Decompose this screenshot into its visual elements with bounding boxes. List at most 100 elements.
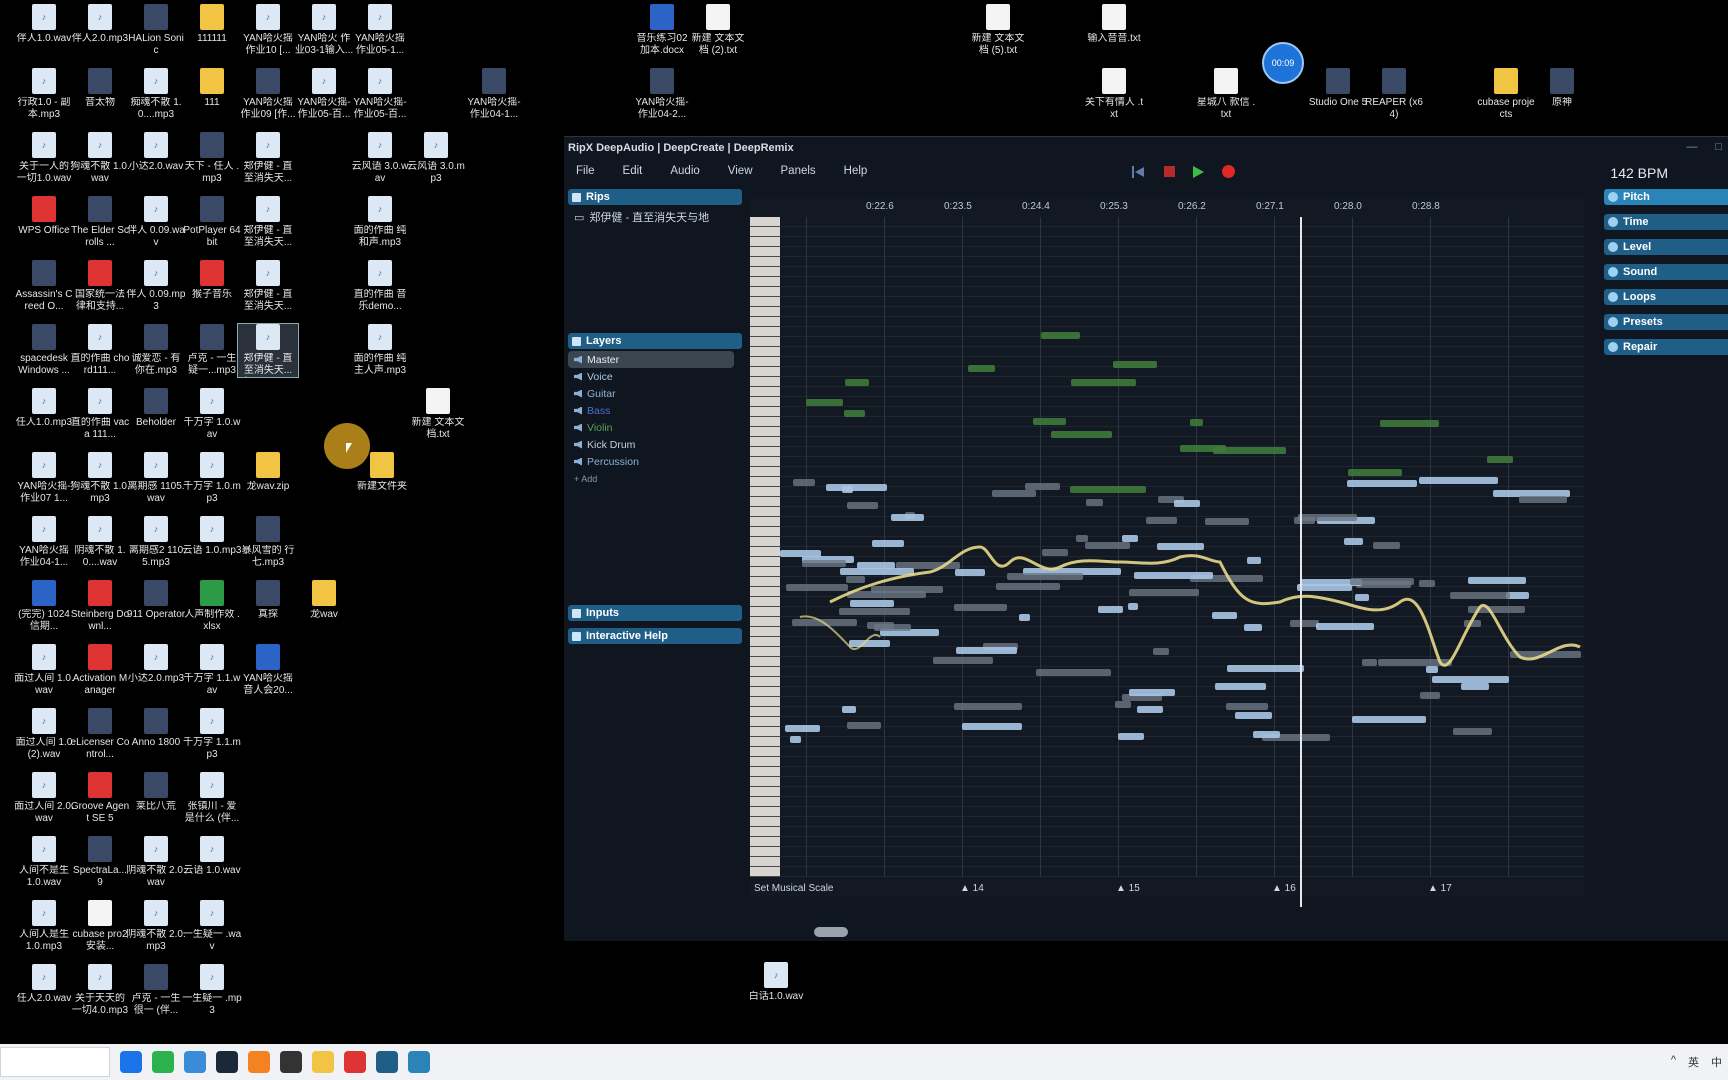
desktop-icon[interactable]: ♪ 伴人 0.09.wav xyxy=(126,196,186,249)
desktop-icon[interactable]: ♪ 任人2.0.wav xyxy=(14,964,74,1005)
desktop-icon[interactable]: ♪ 面过人间 1.0(2).wav xyxy=(14,708,74,761)
layer-bass[interactable]: Bass xyxy=(568,402,742,419)
inputs-header[interactable]: Inputs xyxy=(568,605,742,621)
desktop-icon[interactable]: (完完) 1024信期... xyxy=(14,580,74,633)
minimize-icon[interactable]: — xyxy=(1686,141,1697,153)
interactive-help-header[interactable]: Interactive Help xyxy=(568,628,742,644)
desktop-icon[interactable]: YAN哈火摇 音人会20... xyxy=(238,644,298,697)
desktop-icon[interactable]: ♪ 千万字 1.1.mp3 xyxy=(182,708,242,761)
wps-icon[interactable] xyxy=(344,1051,366,1073)
desktop-icon[interactable]: Activation Manager xyxy=(70,644,130,697)
maximize-icon[interactable]: □ xyxy=(1715,141,1722,153)
menu-panels[interactable]: Panels xyxy=(781,165,816,177)
ime-indicator[interactable]: 英 xyxy=(1688,1054,1699,1070)
edge-icon[interactable] xyxy=(120,1051,142,1073)
layer-master[interactable]: Master xyxy=(568,351,734,368)
desktop-icon[interactable]: YAN哈火摇- 作业04-1... xyxy=(464,68,524,121)
desktop-icon[interactable]: ♪ 伴人 0.09.mp3 xyxy=(126,260,186,313)
tray-expand-icon[interactable]: ^ xyxy=(1671,1054,1676,1070)
desktop-icon[interactable]: ♪ YAN哈火摇 作业04-1... xyxy=(14,516,74,569)
desktop-icon[interactable]: ♪ 白话1.0.wav xyxy=(746,962,806,1003)
panel-loops-button[interactable]: Loops xyxy=(1604,289,1728,305)
desktop-icon[interactable]: ♪ 离期感2 1105.mp3 xyxy=(126,516,186,569)
desktop-icon[interactable]: ♪ 千万字 1.0.mp3 xyxy=(182,452,242,505)
desktop-icon[interactable]: ♪ 直的作曲 音 乐demo... xyxy=(350,260,410,313)
play-icon[interactable] xyxy=(1193,165,1204,178)
speaker-icon[interactable] xyxy=(574,372,582,381)
taskbar-search[interactable] xyxy=(0,1047,110,1077)
desktop-icon[interactable]: ♪ 千万字 1.1.wav xyxy=(182,644,242,697)
bar-ruler[interactable]: Set Musical Scale ▲ 14 ▲ 15 ▲ 16 ▲ 17 xyxy=(750,877,1584,897)
wechat-icon[interactable] xyxy=(152,1051,174,1073)
terminal-icon[interactable] xyxy=(280,1051,302,1073)
speaker-icon[interactable] xyxy=(574,389,582,398)
desktop-icon[interactable]: ♪ 郑伊健 - 直 至消失天... 与 5.0 .wav xyxy=(237,323,299,378)
language-indicator[interactable]: 中 xyxy=(1711,1054,1722,1070)
playhead[interactable] xyxy=(1300,217,1302,907)
menu-edit[interactable]: Edit xyxy=(623,165,643,177)
desktop-icon[interactable]: 星城八 款信 .txt xyxy=(1196,68,1256,121)
desktop-icon[interactable]: ♪ 一生疑一 .mp3 xyxy=(182,964,242,1017)
steam-icon[interactable] xyxy=(216,1051,238,1073)
desktop-icon[interactable]: 真探 xyxy=(238,580,298,621)
desktop-icon[interactable]: ♪ 阴魂不散 1.0....wav xyxy=(70,516,130,569)
layers-icon[interactable] xyxy=(574,355,582,364)
desktop-icon[interactable]: 音太物 xyxy=(70,68,130,109)
desktop-icon[interactable]: ♪ 云语 1.0.wav xyxy=(182,836,242,877)
desktop-icon[interactable]: ♪ 小达2.0.mp3 xyxy=(126,644,186,685)
desktop-icon[interactable]: YAN哈火摇- 作业04-2... xyxy=(632,68,692,121)
desktop-icon[interactable]: 人声制作效 .xlsx xyxy=(182,580,242,633)
panel-repair-button[interactable]: Repair xyxy=(1604,339,1728,355)
desktop-icon[interactable]: ♪ 狗魂不散 1.0.wav xyxy=(70,132,130,185)
desktop-icon[interactable]: PotPlayer 64 bit xyxy=(182,196,242,249)
desktop-icon[interactable]: ♪ 人间不是生 1.0.wav xyxy=(14,836,74,889)
desktop-icon[interactable]: ♪ 伴人1.0.wav xyxy=(14,4,74,45)
desktop-icon[interactable]: ♪ 行政1.0 - 副 本.mp3 xyxy=(14,68,74,121)
desktop-icon[interactable]: ♪ 离期感 1105.wav xyxy=(126,452,186,505)
desktop-icon[interactable]: Beholder xyxy=(126,388,186,429)
desktop-icon[interactable]: 卢克 - 一生 很一 (伴... xyxy=(126,964,186,1017)
desktop-icon[interactable]: 新建 文本文 档 (5).txt xyxy=(968,4,1028,57)
desktop-icon[interactable]: 诚爱恋 - 有 你在.mp3 xyxy=(126,324,186,377)
desktop-icon[interactable]: ♪ 直的作曲 vaca 111... xyxy=(70,388,130,441)
desktop-icon[interactable]: ♪ 狗魂不散 1.0.mp3 xyxy=(70,452,130,505)
tempo-display[interactable]: 142 BPM xyxy=(1610,165,1668,181)
desktop-icon[interactable]: ♪ 一生疑一 .wav xyxy=(182,900,242,953)
panel-time-button[interactable]: Time xyxy=(1604,214,1728,230)
desktop-icon[interactable]: ♪ YAN哈火摇- 作业05-百... xyxy=(294,68,354,121)
rips-header[interactable]: Rips xyxy=(568,189,742,205)
desktop-icon[interactable]: WPS Office xyxy=(14,196,74,237)
desktop-icon[interactable]: 911 Operator xyxy=(126,580,186,621)
note-editor[interactable]: 0:22.6 0:23.5 0:24.4 0:25.3 0:26.2 0:27.1 0:28… xyxy=(750,197,1584,907)
desktop-icon[interactable]: ♪ 面的作曲 纯 和声.mp3 xyxy=(350,196,410,249)
desktop-icon[interactable]: ♪ YAN哈火摇- 作业07 1... xyxy=(14,452,74,505)
desktop-icon[interactable]: ♪ 郑伊健 - 直 至消失天... xyxy=(238,196,298,249)
set-scale-button[interactable]: Set Musical Scale xyxy=(754,883,833,894)
desktop-icon[interactable]: 111111 xyxy=(182,4,242,45)
desktop-icon[interactable]: 111 xyxy=(182,68,242,109)
desktop-icon[interactable]: 猴子音乐 xyxy=(182,260,242,301)
panel-presets-button[interactable]: Presets xyxy=(1604,314,1728,330)
layer-kick-drum[interactable]: Kick Drum xyxy=(568,436,742,453)
desktop-icon[interactable]: ♪ 面过人间 1.0.wav xyxy=(14,644,74,697)
time-ruler[interactable]: 0:22.6 0:23.5 0:24.4 0:25.3 0:26.2 0:27.1 0:28… xyxy=(750,197,1584,217)
desktop-icon[interactable]: 关下有情人 .txt xyxy=(1084,68,1144,121)
desktop-icon[interactable]: ♪ 任人1.0.mp3 xyxy=(14,388,74,429)
desktop-icon[interactable]: The Elder Scrolls ... xyxy=(70,196,130,249)
desktop-icon[interactable]: ♪ 痴魂不散 1.0....mp3 xyxy=(126,68,186,121)
desktop-icon[interactable]: Anno 1800 xyxy=(126,708,186,749)
desktop-icon[interactable]: ♪ 关于一人的 一切1.0.wav xyxy=(14,132,74,185)
desktop-icon[interactable]: ♪ YAN哈火摇- 作业05-百... xyxy=(350,68,410,121)
menu-help[interactable]: Help xyxy=(844,165,868,177)
desktop-icon[interactable]: ♪ 云语 1.0.mp3 xyxy=(182,516,242,557)
recording-timer-badge[interactable]: 00:09 xyxy=(1262,42,1304,84)
app-taskbar-icon[interactable] xyxy=(408,1051,430,1073)
speaker-icon[interactable] xyxy=(574,406,582,415)
desktop-icon[interactable]: 新建 文本文 档 (2).txt xyxy=(688,4,748,57)
panel-level-button[interactable]: Level xyxy=(1604,239,1728,255)
menu-audio[interactable]: Audio xyxy=(670,165,699,177)
desktop-icon[interactable]: 音乐练习02 加本.docx xyxy=(632,4,692,57)
horizontal-scrollbar[interactable] xyxy=(814,927,848,937)
desktop-icon[interactable]: ♪ YAN哈火摇 作业05-1... xyxy=(350,4,410,57)
desktop-icon[interactable]: SpectraLa... 9 xyxy=(70,836,130,889)
